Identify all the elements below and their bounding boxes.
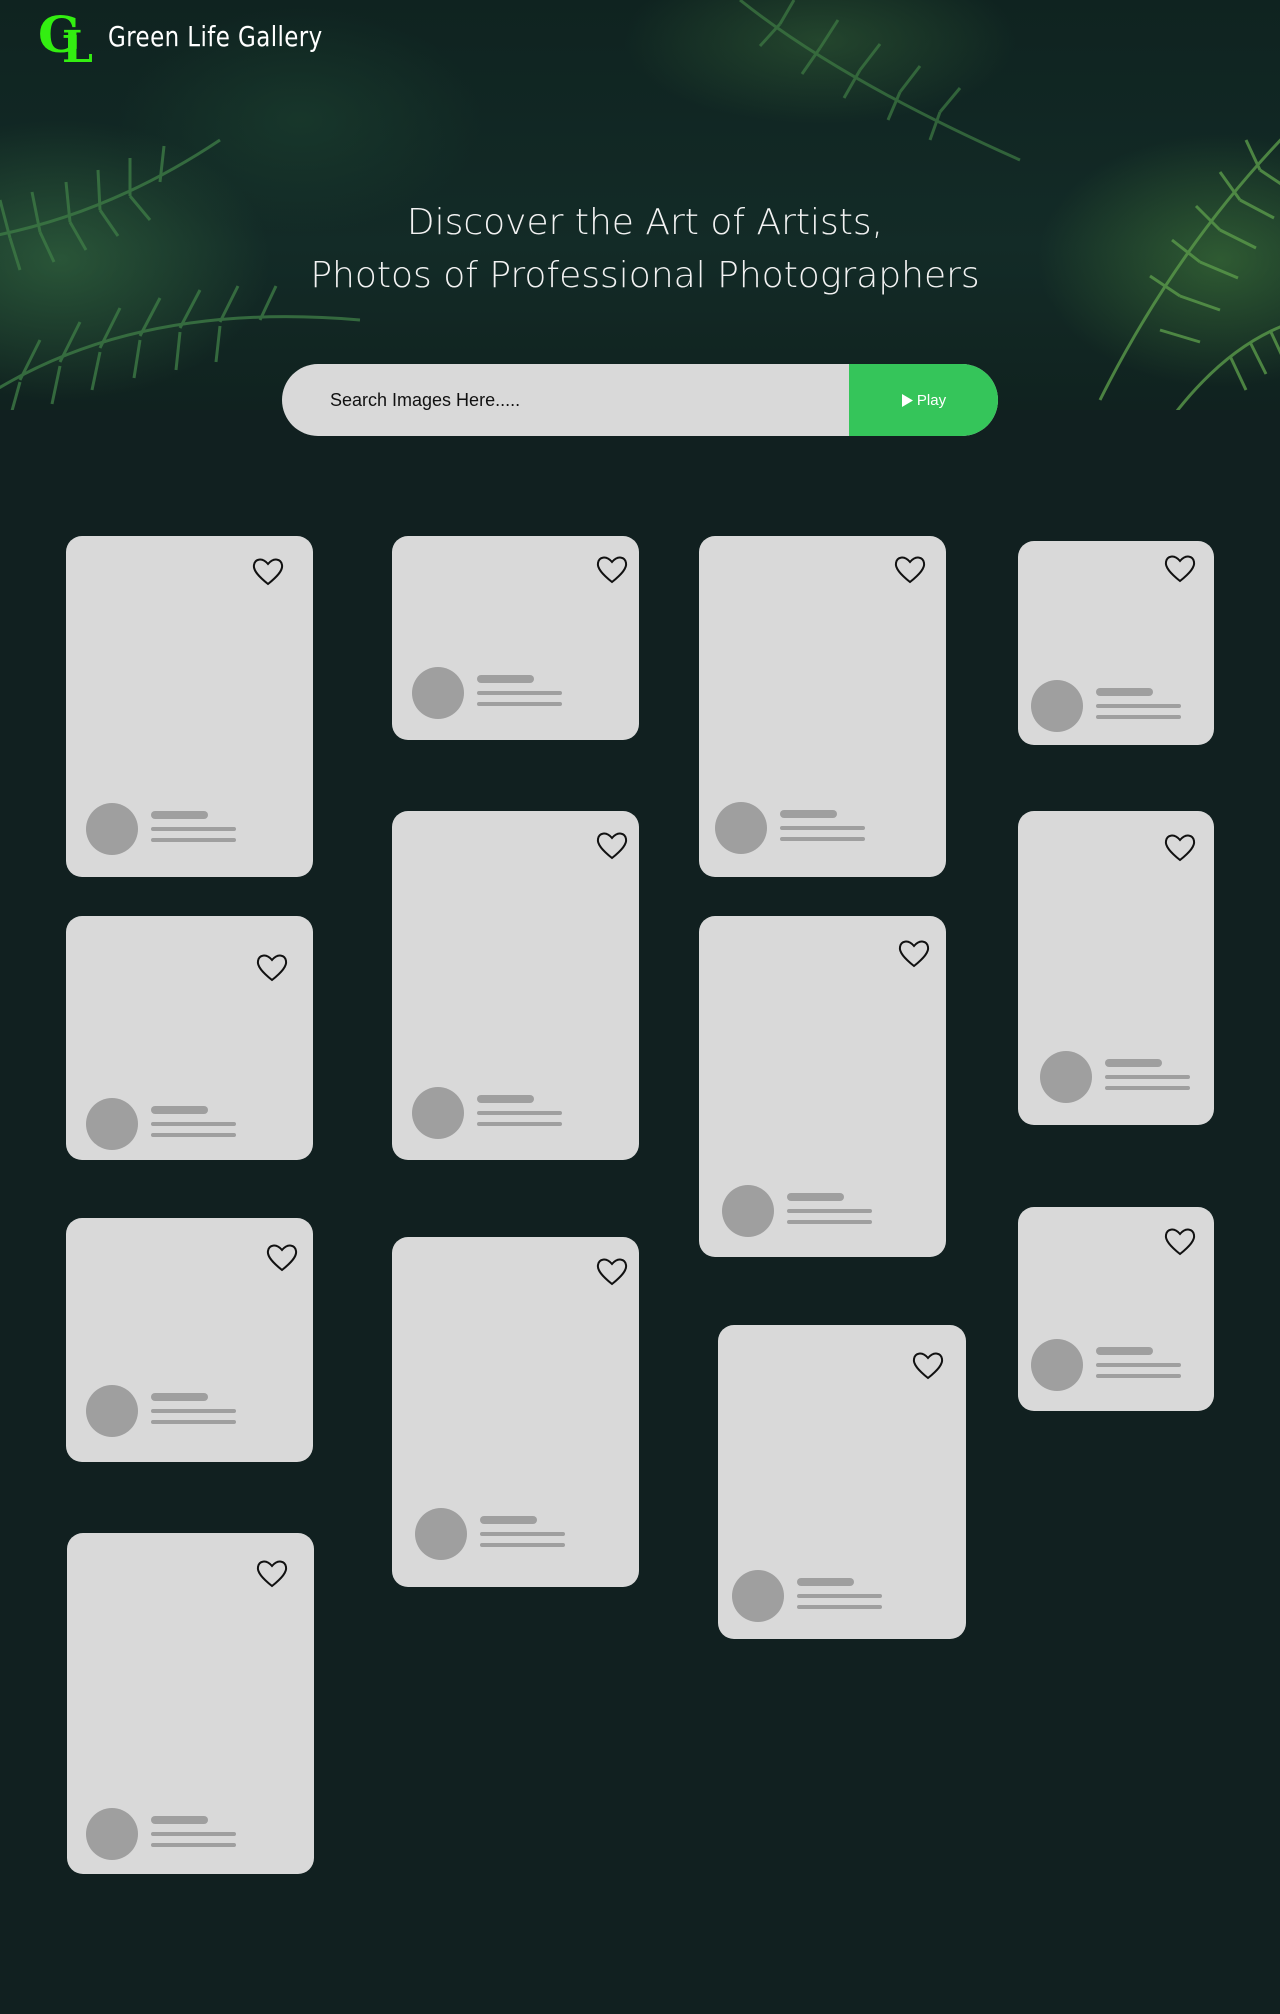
avatar <box>86 803 138 855</box>
heart-icon[interactable] <box>894 554 926 584</box>
play-button-label: Play <box>916 391 947 409</box>
skeleton-text-line <box>477 1122 562 1126</box>
avatar <box>1031 1339 1083 1391</box>
search-input[interactable] <box>282 364 849 436</box>
skeleton-text-line <box>1096 1374 1181 1378</box>
skeleton-title-line <box>1096 1347 1153 1355</box>
gallery-card[interactable] <box>66 1218 313 1462</box>
logo-icon: G L <box>38 8 93 64</box>
heart-icon[interactable] <box>912 1350 944 1380</box>
play-button[interactable]: Play <box>849 364 998 436</box>
gallery-card[interactable] <box>1018 811 1214 1125</box>
skeleton-title-line <box>477 1095 534 1103</box>
heart-icon[interactable] <box>596 554 628 584</box>
gallery-card[interactable] <box>392 811 639 1160</box>
heart-icon[interactable] <box>898 938 930 968</box>
skeleton-text-line <box>1105 1086 1190 1090</box>
skeleton-text-line <box>787 1209 872 1213</box>
heart-icon[interactable] <box>252 556 284 586</box>
skeleton-text-line <box>1096 715 1181 719</box>
skeleton-text-line <box>151 1843 236 1847</box>
avatar <box>1031 680 1083 732</box>
brand-name: Green Life Gallery <box>108 19 323 53</box>
play-icon <box>901 393 913 407</box>
avatar <box>86 1098 138 1150</box>
avatar <box>415 1508 467 1560</box>
gallery-card[interactable] <box>718 1325 966 1639</box>
avatar <box>715 802 767 854</box>
fern-top-decoration <box>739 0 1021 162</box>
skeleton-title-line <box>151 1393 208 1401</box>
hero-headline: Discover the Art of Artists, Photos of P… <box>0 196 1280 302</box>
skeleton-text-line <box>797 1594 882 1598</box>
heart-icon[interactable] <box>1164 553 1196 583</box>
heart-icon[interactable] <box>596 1256 628 1286</box>
gallery-card[interactable] <box>699 916 946 1257</box>
avatar <box>86 1808 138 1860</box>
avatar <box>1040 1051 1092 1103</box>
skeleton-title-line <box>1105 1059 1162 1067</box>
skeleton-title-line <box>480 1516 537 1524</box>
skeleton-title-line <box>151 1106 208 1114</box>
skeleton-title-line <box>1096 688 1153 696</box>
gallery-card[interactable] <box>392 536 639 740</box>
skeleton-text-line <box>477 702 562 706</box>
gallery-card[interactable] <box>1018 1207 1214 1411</box>
skeleton-text-line <box>1096 1363 1181 1367</box>
gallery-card[interactable] <box>66 536 313 877</box>
heart-icon[interactable] <box>1164 832 1196 862</box>
heart-icon[interactable] <box>1164 1226 1196 1256</box>
skeleton-text-line <box>797 1605 882 1609</box>
skeleton-text-line <box>477 1111 562 1115</box>
avatar <box>732 1570 784 1622</box>
avatar <box>722 1185 774 1237</box>
svg-text:L: L <box>62 22 93 64</box>
skeleton-title-line <box>780 810 837 818</box>
skeleton-title-line <box>151 811 208 819</box>
search-bar: Play <box>282 364 998 436</box>
skeleton-title-line <box>787 1193 844 1201</box>
skeleton-text-line <box>151 1420 236 1424</box>
headline-line-2: Photos of Professional Photographers <box>310 255 980 296</box>
skeleton-text-line <box>477 691 562 695</box>
skeleton-text-line <box>151 827 236 831</box>
gallery-card[interactable] <box>1018 541 1214 745</box>
skeleton-text-line <box>151 838 236 842</box>
heart-icon[interactable] <box>256 952 288 982</box>
skeleton-text-line <box>787 1220 872 1224</box>
skeleton-title-line <box>151 1816 208 1824</box>
skeleton-text-line <box>151 1409 236 1413</box>
skeleton-text-line <box>780 837 865 841</box>
gallery-card[interactable] <box>67 1533 314 1874</box>
headline-line-1: Discover the Art of Artists, <box>406 202 884 243</box>
skeleton-text-line <box>780 826 865 830</box>
skeleton-title-line <box>797 1578 854 1586</box>
brand-logo[interactable]: G L Green Life Gallery <box>38 8 370 64</box>
skeleton-text-line <box>1105 1075 1190 1079</box>
skeleton-text-line <box>480 1543 565 1547</box>
gallery-card[interactable] <box>699 536 946 877</box>
skeleton-text-line <box>480 1532 565 1536</box>
gallery-card[interactable] <box>392 1237 639 1587</box>
avatar <box>412 667 464 719</box>
skeleton-title-line <box>477 675 534 683</box>
gallery-card[interactable] <box>66 916 313 1160</box>
heart-icon[interactable] <box>256 1558 288 1588</box>
avatar <box>412 1087 464 1139</box>
skeleton-text-line <box>151 1832 236 1836</box>
heart-icon[interactable] <box>266 1242 298 1272</box>
skeleton-text-line <box>151 1122 236 1126</box>
avatar <box>86 1385 138 1437</box>
skeleton-text-line <box>151 1133 236 1137</box>
heart-icon[interactable] <box>596 830 628 860</box>
skeleton-text-line <box>1096 704 1181 708</box>
